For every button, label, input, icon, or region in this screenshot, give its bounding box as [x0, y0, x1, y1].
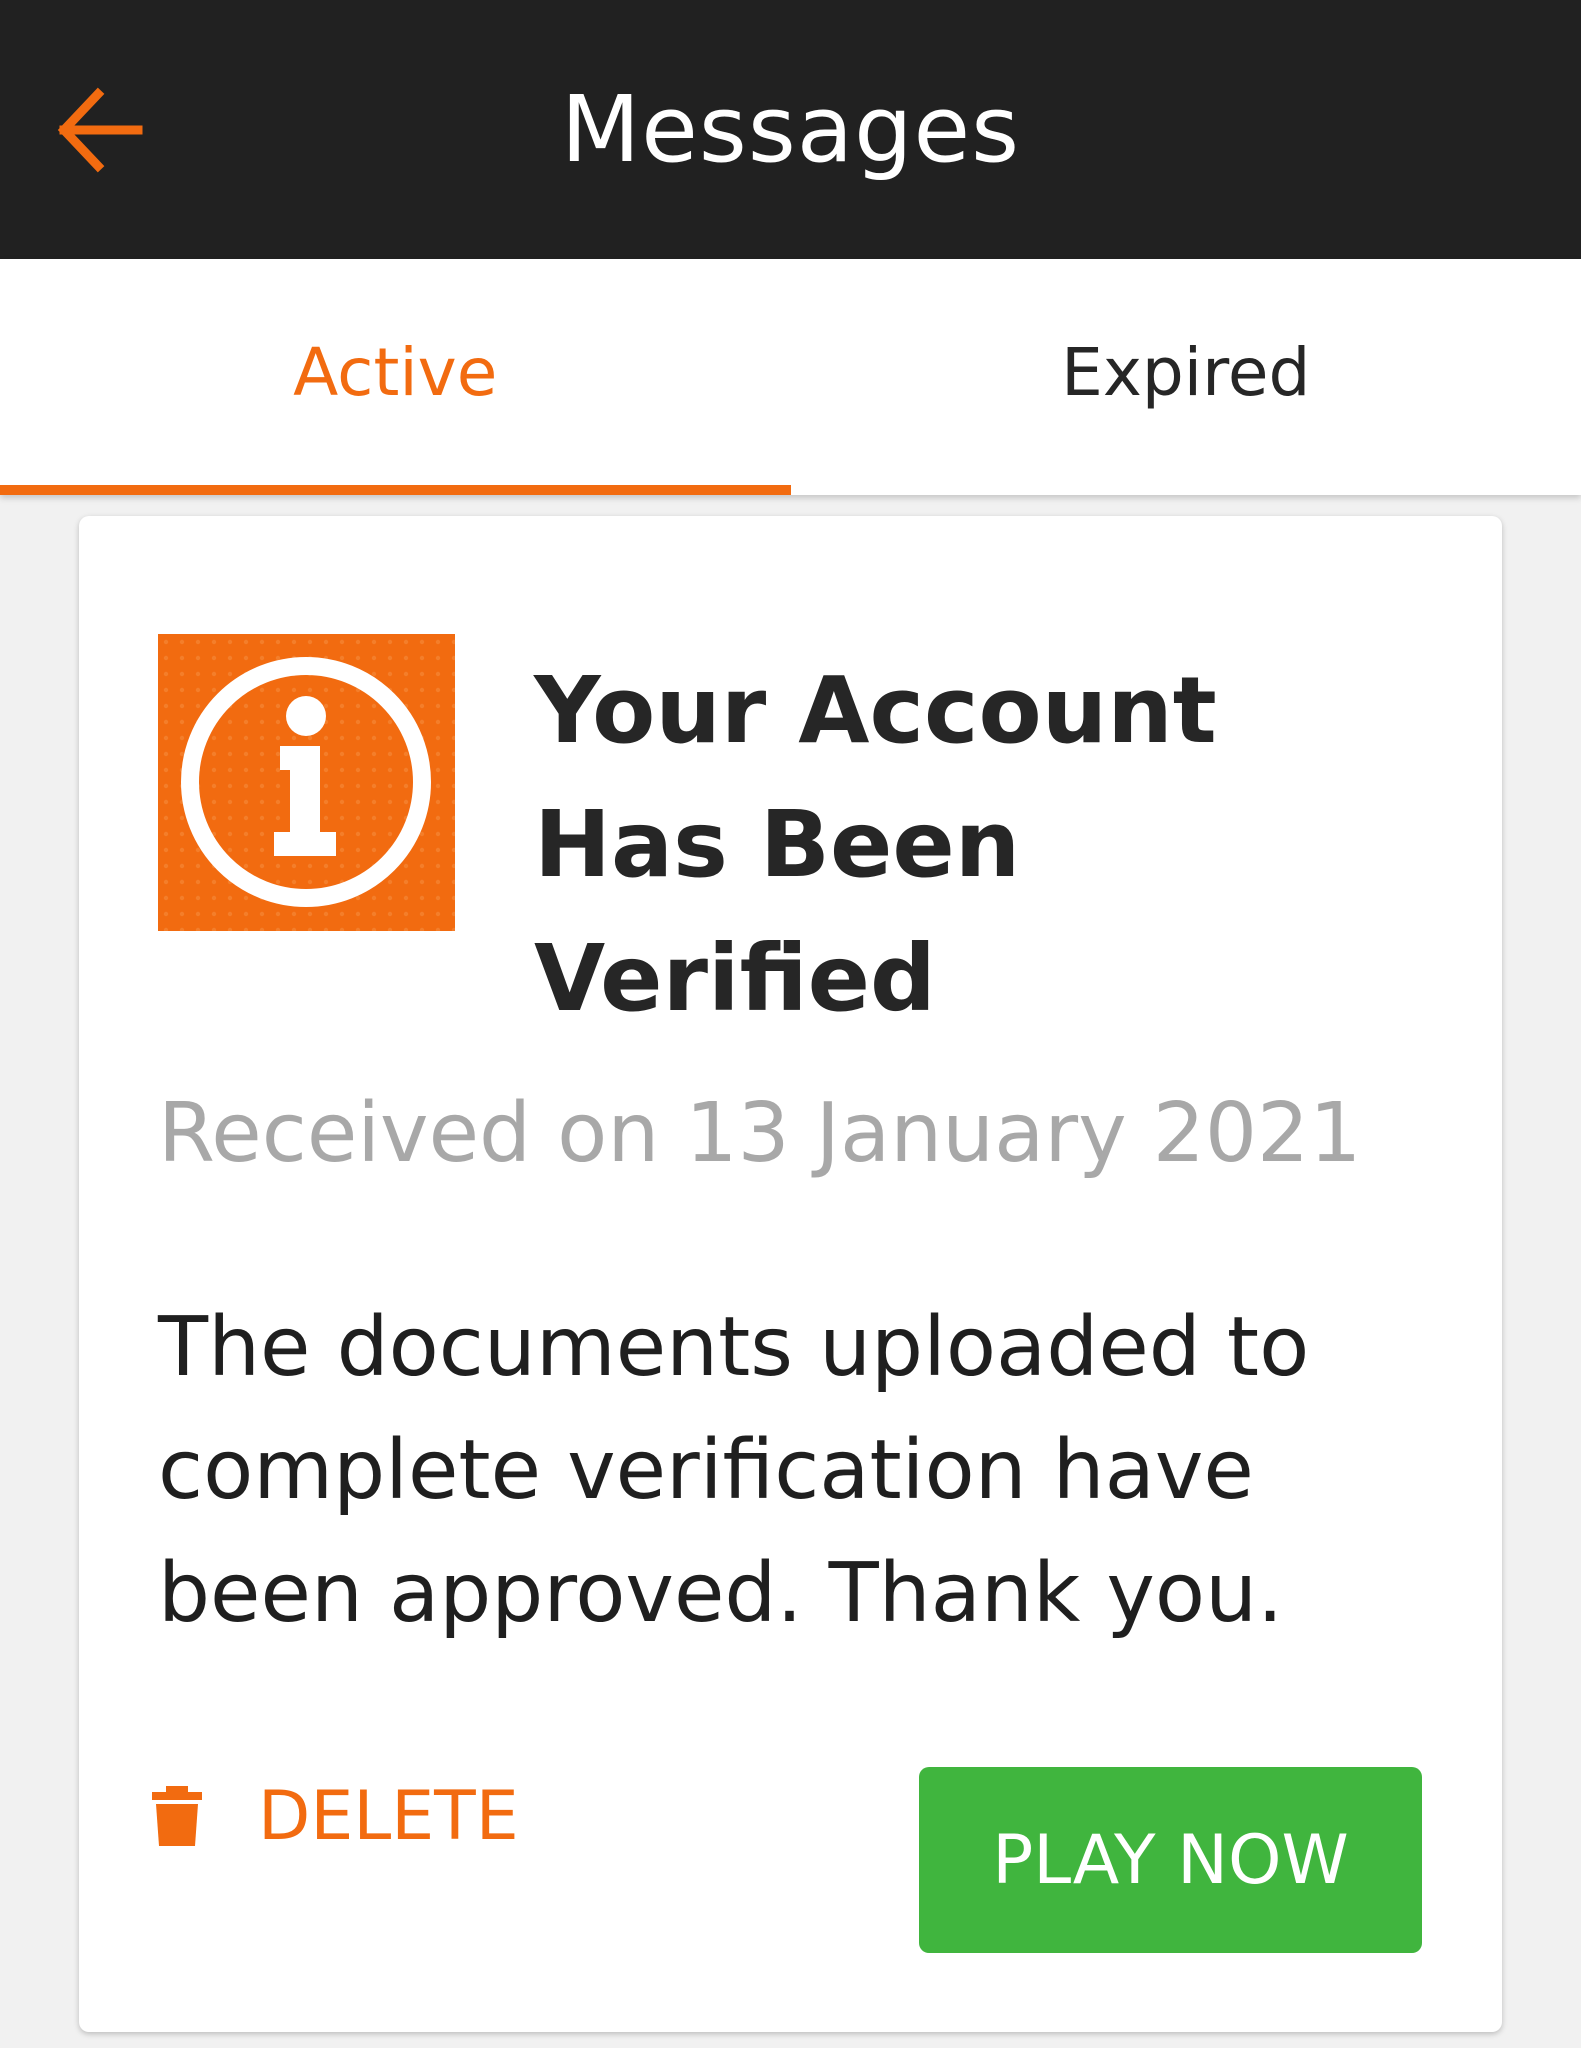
message-title: Your Account Has Been Verified	[534, 657, 1217, 1032]
tab-active[interactable]: Active	[0, 259, 791, 495]
arrow-left-icon	[57, 87, 143, 173]
active-tab-indicator	[0, 485, 791, 495]
tab-active-label: Active	[293, 333, 498, 411]
message-received-date: Received on 13 January 2021	[158, 1086, 1362, 1181]
page-title: Messages	[560, 76, 1021, 183]
tab-expired[interactable]: Expired	[791, 259, 1581, 495]
message-card[interactable]: Your Account Has Been Verified Received …	[79, 516, 1502, 2032]
message-body: The documents uploaded to complete verif…	[158, 1300, 1310, 1641]
trash-icon	[150, 1786, 204, 1850]
delete-label: DELETE	[258, 1776, 519, 1856]
tab-bar: Active Expired	[0, 259, 1581, 495]
play-now-button[interactable]: PLAY NOW	[919, 1767, 1422, 1953]
delete-button[interactable]: DELETE	[152, 1746, 519, 1886]
back-button[interactable]	[40, 70, 160, 190]
info-icon	[158, 634, 455, 931]
tab-expired-label: Expired	[1061, 333, 1311, 411]
app-header: Messages	[0, 0, 1581, 259]
